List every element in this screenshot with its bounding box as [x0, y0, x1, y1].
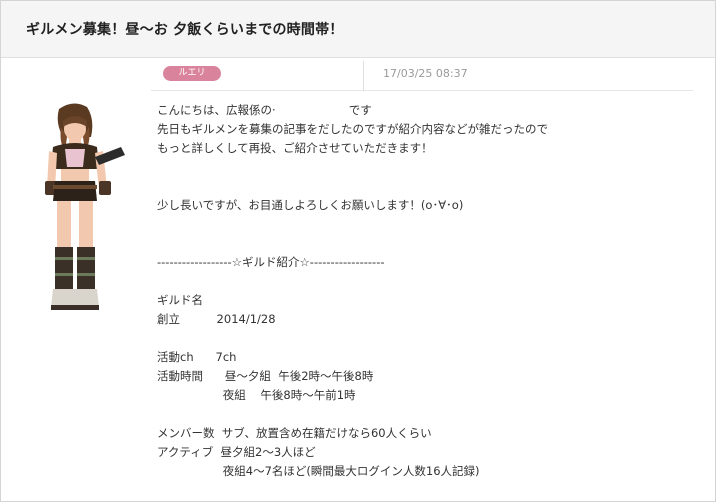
body-line: 夜組4〜7名ほど(瞬間最大ログイン人数16人記録) [157, 464, 480, 478]
post-header: ギルメン募集！昼〜お 夕飯くらいまでの時間帯！ [1, 1, 715, 58]
body-line [157, 272, 697, 291]
post-meta-row: ルエリ 17/03/25 08:37 [151, 61, 693, 91]
body-line [157, 215, 697, 234]
body-line [157, 177, 697, 196]
post-timestamp: 17/03/25 08:37 [383, 67, 468, 80]
post-frame: ギルメン募集！昼〜お 夕飯くらいまでの時間帯！ ルエリ 17/03/25 08:… [0, 0, 716, 502]
body-line: 先日もギルメンを募集の記事をだしたのですが紹介内容などが雑だったので [157, 122, 548, 136]
body-line: メンバー数 サブ、放置含め在籍だけなら60人くらい [157, 426, 432, 440]
post-body: こんにちは、広報係の· です先日もギルメンを募集の記事をだしたのですが紹介内容な… [157, 101, 697, 481]
body-line: アクティブ 昼夕組2〜3人ほど [157, 445, 316, 459]
character-avatar-image [45, 103, 125, 310]
body-line: ギルド名 [157, 293, 203, 307]
body-line [157, 234, 697, 253]
body-line [157, 405, 697, 424]
body-line: 創立 2014/1/28 [157, 312, 276, 326]
body-line [157, 329, 697, 348]
author-badge[interactable]: ルエリ [163, 66, 221, 81]
body-line: 活動ch 7ch [157, 350, 237, 364]
body-line: 活動時間 昼〜夕組 午後2時〜午後8時 [157, 369, 374, 383]
post-title: ギルメン募集！昼〜お 夕飯くらいまでの時間帯！ [26, 22, 344, 38]
meta-divider [363, 61, 364, 91]
body-line: もっと詳しくして再投、ご紹介させていただきます！ [157, 141, 433, 155]
body-line: 少し長いですが、お目通しよろしくお願いします！(o･∀･o) [157, 198, 464, 212]
body-line: こんにちは、広報係の· です [157, 103, 372, 117]
body-line [157, 158, 697, 177]
body-line: 夜組 午後8時〜午前1時 [157, 388, 356, 402]
body-line: ------------------☆ギルド紹介☆---------------… [157, 255, 385, 269]
